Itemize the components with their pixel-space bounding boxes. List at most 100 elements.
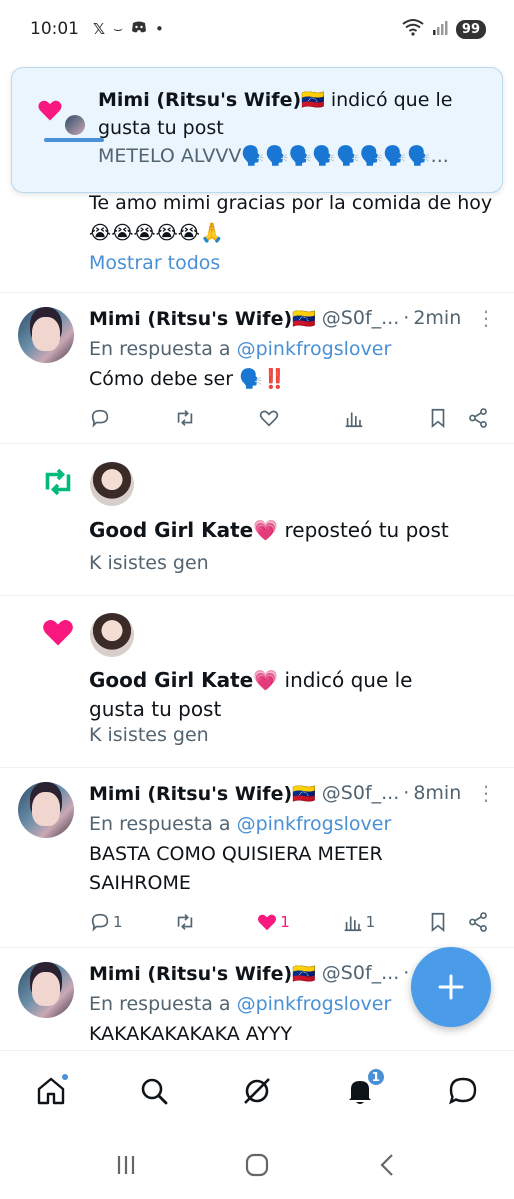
user-name[interactable]: Good Girl Kate💗 (89, 668, 278, 692)
avatar[interactable] (18, 782, 74, 838)
notification-text: Good Girl Kate💗 indicó que le gusta tu p… (89, 668, 413, 721)
reply-icon (91, 409, 109, 428)
retweet-icon (177, 410, 192, 426)
reply-context: En respuesta a @pinkfrogslover (89, 338, 392, 360)
notification-like[interactable]: Good Girl Kate💗 indicó que le gusta tu p… (0, 596, 514, 768)
nav-search[interactable] (132, 1069, 176, 1113)
tweet-header: Mimi (Ritsu's Wife)🇻🇪 @S0f_... · 8min ⋮ (89, 781, 496, 805)
bookmark-icon[interactable] (427, 911, 449, 933)
search-icon (141, 1078, 168, 1104)
heart-icon (259, 410, 279, 427)
tweet-item[interactable]: Mimi (Ritsu's Wife)🇻🇪 @S0f_... · 8min ⋮ … (0, 768, 514, 948)
system-nav-bar (0, 1130, 514, 1199)
heart-filled-icon (258, 914, 277, 931)
show-all-link[interactable]: Mostrar todos (89, 252, 499, 274)
status-time: 10:01 (30, 19, 79, 39)
discord-icon (131, 20, 147, 38)
back-icon[interactable] (375, 1152, 401, 1178)
avatar[interactable] (18, 307, 74, 363)
status-left-icons: 𝕏 ⌣ • (93, 20, 164, 38)
nav-notifications[interactable]: 1 (338, 1066, 386, 1113)
tweet-header: Mimi (Ritsu's Wife)🇻🇪 @S0f_... · 2min ⋮ (89, 306, 496, 330)
status-bar: 10:01 𝕏 ⌣ • 99 (0, 0, 514, 58)
signal-icon (432, 19, 448, 40)
home-unread-dot (61, 1072, 70, 1081)
like-button[interactable]: 1 (256, 911, 290, 933)
share-icon[interactable] (467, 911, 489, 933)
partial-tweet-emojis: 😭😭😭😭😭🙏 (89, 222, 224, 244)
tweet-text: BASTA COMO QUISIERA METER SAIHROME (89, 843, 383, 894)
share-icon[interactable] (467, 407, 489, 429)
like-count: 1 (280, 913, 290, 931)
notification-subtext: K isistes gen (89, 552, 209, 574)
notification-subtext: K isistes gen (89, 724, 209, 746)
heart-filled-icon (43, 620, 73, 646)
author-name[interactable]: Mimi (Ritsu's Wife)🇻🇪 (89, 307, 316, 330)
like-button[interactable] (258, 407, 288, 429)
retweet-icon (178, 914, 193, 930)
views-button[interactable]: 1 (342, 911, 376, 933)
more-options-icon[interactable]: ⋮ (476, 783, 496, 803)
tweet-time: 2min (413, 307, 462, 329)
avatar (65, 115, 85, 135)
author-handle: @S0f_... (321, 307, 400, 329)
toast-user-name: Mimi (Ritsu's Wife)🇻🇪 (98, 89, 325, 111)
reply-to-link[interactable]: @pinkfrogslover (237, 813, 392, 835)
retweet-button[interactable] (174, 911, 204, 933)
bottom-nav: 1 (0, 1050, 514, 1130)
notifications-badge: 1 (365, 1066, 386, 1087)
like-toast-notification[interactable]: Mimi (Ritsu's Wife)🇻🇪 indicó que le gust… (11, 67, 503, 193)
repost-icon (45, 468, 71, 496)
reply-icon (91, 913, 109, 932)
reply-to-link[interactable]: @pinkfrogslover (237, 338, 392, 360)
author-handle: @S0f_... (321, 782, 400, 804)
heart-filled-icon (38, 100, 62, 121)
toast-text: Mimi (Ritsu's Wife)🇻🇪 indicó que le gust… (98, 86, 480, 170)
user-name[interactable]: Good Girl Kate💗 (89, 518, 278, 542)
reply-count: 1 (113, 913, 123, 931)
nav-home[interactable] (29, 1069, 73, 1113)
notification-repost[interactable]: Good Girl Kate💗 reposteó tu post K isist… (0, 444, 514, 596)
avatar[interactable] (90, 462, 134, 506)
author-name[interactable]: Mimi (Ritsu's Wife)🇻🇪 (89, 962, 316, 985)
x-icon: 𝕏 (93, 20, 106, 38)
messages-icon (448, 1077, 476, 1104)
views-count: 1 (365, 913, 376, 931)
nav-grok[interactable] (235, 1069, 279, 1113)
tweet-item[interactable]: Mimi (Ritsu's Wife)🇻🇪 @S0f_... · 2min ⋮ … (0, 293, 514, 444)
views-button[interactable] (343, 407, 373, 429)
avatar[interactable] (18, 962, 74, 1018)
notifications-feed[interactable]: Te amo mimi gracias por la comida de hoy… (0, 58, 514, 1050)
dot-icon: • (154, 20, 164, 38)
toast-progress-bar (44, 138, 104, 142)
compose-button[interactable] (411, 947, 491, 1027)
wifi-icon (402, 18, 424, 41)
status-right: 99 (402, 18, 486, 41)
reply-button[interactable] (89, 407, 119, 429)
tweet-actions: 1 1 1 (89, 907, 489, 937)
partial-tweet[interactable]: Te amo mimi gracias por la comida de hoy… (89, 188, 499, 274)
tweet-text: KAKAKAKAKAKA AYYY (89, 1023, 293, 1045)
author-name[interactable]: Mimi (Ritsu's Wife)🇻🇪 (89, 782, 316, 805)
reply-to-link[interactable]: @pinkfrogslover (237, 993, 392, 1015)
battery-indicator: 99 (455, 19, 486, 39)
tweet-text: Cómo debe ser 🗣️‼️ (89, 368, 287, 390)
grok-icon (244, 1077, 270, 1104)
nav-messages[interactable] (441, 1069, 485, 1113)
reply-context: En respuesta a @pinkfrogslover (89, 813, 392, 835)
tweet-actions (89, 403, 489, 433)
retweet-button[interactable] (174, 407, 204, 429)
toast-preview: METELO ALVVV🗣️🗣️🗣️🗣️🗣️🗣️🗣️🗣️... (98, 145, 449, 167)
plus-icon (438, 974, 464, 1000)
more-options-icon[interactable]: ⋮ (476, 308, 496, 328)
reply-button[interactable]: 1 (89, 911, 123, 933)
notification-text: Good Girl Kate💗 reposteó tu post (89, 518, 449, 542)
views-icon (345, 412, 362, 428)
views-icon (344, 916, 361, 932)
amazon-icon: ⌣ (113, 20, 123, 38)
bookmark-icon[interactable] (427, 407, 449, 429)
avatar[interactable] (90, 613, 134, 657)
tweet-time: 8min (413, 782, 462, 804)
recent-apps-icon[interactable] (113, 1152, 139, 1178)
home-button-icon[interactable] (244, 1152, 270, 1178)
